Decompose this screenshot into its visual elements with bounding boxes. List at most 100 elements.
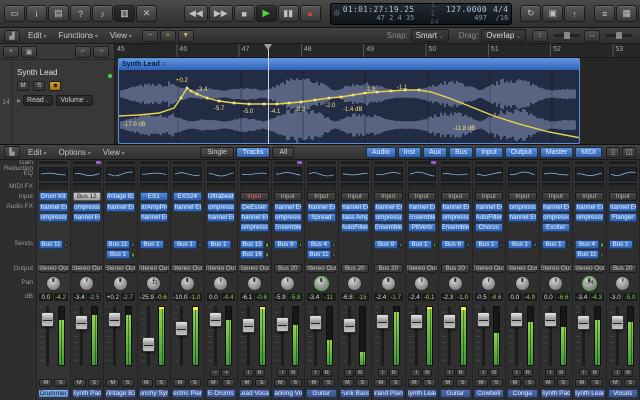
channel-name[interactable]: E-Drums xyxy=(206,389,237,398)
automation-node[interactable] xyxy=(206,97,209,100)
input-monitor-button[interactable]: I xyxy=(612,369,622,377)
zoom-slider-knob[interactable] xyxy=(616,32,622,39)
pan-knob[interactable] xyxy=(314,276,329,291)
audio-fx-slot[interactable]: Spread xyxy=(307,213,336,222)
volume-fader[interactable] xyxy=(142,337,155,352)
record-enable-button[interactable]: R xyxy=(489,369,499,377)
filter-button-output[interactable]: Output xyxy=(505,147,538,158)
volume-fader[interactable] xyxy=(544,312,557,327)
eq-thumbnail[interactable] xyxy=(441,167,470,181)
volume-value[interactable]: +0.2 xyxy=(106,293,120,301)
output-slot[interactable]: Stereo Out xyxy=(73,264,102,273)
volume-fader[interactable] xyxy=(242,318,255,333)
send-level-knob[interactable] xyxy=(332,252,336,258)
send-level-knob[interactable] xyxy=(232,242,236,248)
audio-fx-slot[interactable]: Channel EQ xyxy=(542,203,571,212)
pan-knob[interactable] xyxy=(548,276,563,291)
solo-button[interactable]: S xyxy=(33,81,45,91)
send-bus-button[interactable]: Bus 1 xyxy=(609,240,633,249)
audio-fx-slot[interactable]: Channel EQ xyxy=(140,213,169,222)
midi-fx-slot[interactable] xyxy=(140,183,169,190)
send-slot[interactable]: Bus 9 xyxy=(274,240,303,249)
input-slot[interactable]: Drum Kit xyxy=(39,192,68,201)
send-slot[interactable]: Bus 1 xyxy=(609,240,638,249)
audio-fx-slot[interactable]: Compressor xyxy=(441,213,470,222)
channel-solo-button[interactable]: S xyxy=(255,379,268,387)
audio-fx-slot[interactable]: DeEsser xyxy=(240,203,269,212)
audio-region[interactable]: Synth Lead ≡ -17.0 dB+0.2-3.4-5.7-5.0-4.… xyxy=(118,58,580,144)
peak-value[interactable]: -8.6 xyxy=(489,293,503,301)
midi-fx-slot[interactable] xyxy=(408,183,437,190)
send-level-knob[interactable] xyxy=(399,242,403,248)
channel-solo-button[interactable]: S xyxy=(590,379,603,387)
horizontal-zoom-icon[interactable]: ↔ xyxy=(584,30,600,42)
record-enable-button[interactable]: R xyxy=(389,369,399,377)
mixer-icon[interactable]: ▥ xyxy=(114,5,135,22)
automation-node[interactable] xyxy=(340,96,343,99)
record-enable-button[interactable]: R xyxy=(590,369,600,377)
peak-value[interactable]: -1.0 xyxy=(188,293,201,301)
input-monitor-button[interactable]: I xyxy=(512,369,522,377)
eq-thumbnail[interactable] xyxy=(140,167,169,181)
send-bus-button[interactable]: Bus 11 xyxy=(106,240,130,249)
volume-value[interactable]: 0.0 xyxy=(542,293,556,301)
audio-fx-slot[interactable]: Channel EQ xyxy=(475,203,504,212)
peak-value[interactable]: -4.4 xyxy=(221,293,235,301)
send-slot[interactable]: Bus 9 xyxy=(441,240,470,249)
disclosure-icon[interactable]: ▸ xyxy=(17,96,21,105)
channel-mute-button[interactable]: M xyxy=(73,379,86,387)
peak-value[interactable]: -0.6 xyxy=(155,293,168,301)
send-bus-button[interactable]: Bus 1 xyxy=(140,240,164,249)
volume-fader[interactable] xyxy=(343,318,356,333)
audio-fx-slot[interactable]: Compressor xyxy=(207,203,236,212)
output-slot[interactable]: Stereo Out xyxy=(39,264,68,273)
eq-thumbnail[interactable] xyxy=(307,167,336,181)
output-slot[interactable]: Stereo Out xyxy=(542,264,571,273)
peak-value[interactable]: -11 xyxy=(322,293,336,301)
track-name[interactable]: Synth Lead xyxy=(17,68,111,77)
channel-solo-button[interactable]: S xyxy=(322,379,335,387)
input-slot[interactable]: Input xyxy=(408,192,437,201)
send-bus-button[interactable]: Bus 9 xyxy=(274,240,298,249)
view-button-tracks[interactable]: Tracks xyxy=(236,147,271,158)
peak-value[interactable]: -4.2 xyxy=(54,293,68,301)
audio-fx-slot[interactable]: Chorus xyxy=(475,223,504,232)
flex-icon[interactable]: ≈ xyxy=(160,30,176,42)
peak-value[interactable]: -2.5 xyxy=(87,293,101,301)
zoom-slider[interactable] xyxy=(554,34,580,37)
send-slot[interactable]: Bus 16 xyxy=(240,250,269,259)
pan-knob[interactable] xyxy=(280,276,295,291)
audio-fx-slot[interactable]: Compressor xyxy=(542,213,571,222)
output-slot[interactable]: Stereo Out xyxy=(475,264,504,273)
automation-node[interactable] xyxy=(218,100,221,103)
editor-panel-icon[interactable]: ▟ xyxy=(4,30,20,42)
channel-solo-button[interactable]: S xyxy=(88,379,101,387)
mixer-panel-icon[interactable]: ▙ xyxy=(4,146,20,158)
lcd-settings-icon[interactable]: ⊙ xyxy=(334,8,340,19)
send-slot[interactable]: Bus 11 xyxy=(575,250,604,259)
channel-name[interactable]: Drummer xyxy=(38,389,69,398)
send-level-knob[interactable] xyxy=(64,242,68,248)
vertical-zoom-icon[interactable]: ↕ xyxy=(532,30,548,42)
automation-mode-select[interactable]: Read xyxy=(23,95,53,106)
channel-solo-button[interactable]: S xyxy=(54,379,67,387)
filter-button-inst[interactable]: Inst xyxy=(398,147,421,158)
input-slot[interactable]: Input xyxy=(307,192,336,201)
send-level-knob[interactable] xyxy=(299,242,303,248)
input-monitor-button[interactable]: I xyxy=(445,369,455,377)
midi-fx-slot[interactable] xyxy=(106,183,135,190)
input-monitor-button[interactable]: I xyxy=(244,369,254,377)
record-enable-button[interactable]: R xyxy=(288,369,298,377)
output-slot[interactable]: Stereo Out xyxy=(307,264,336,273)
input-slot[interactable]: Input xyxy=(508,192,537,201)
send-level-knob[interactable] xyxy=(131,252,135,258)
pan-knob[interactable] xyxy=(615,276,630,291)
volume-fader[interactable] xyxy=(309,315,322,330)
output-slot[interactable]: Bus 20 xyxy=(441,264,470,273)
audio-fx-slot[interactable]: Channel EQ xyxy=(274,203,303,212)
input-slot[interactable]: Bus 12 xyxy=(73,192,102,201)
drag-select[interactable]: Overlap xyxy=(481,29,526,42)
peak-value[interactable]: -5.8 xyxy=(288,293,302,301)
send-level-knob[interactable] xyxy=(433,242,437,248)
input-slot[interactable]: Input xyxy=(274,192,303,201)
